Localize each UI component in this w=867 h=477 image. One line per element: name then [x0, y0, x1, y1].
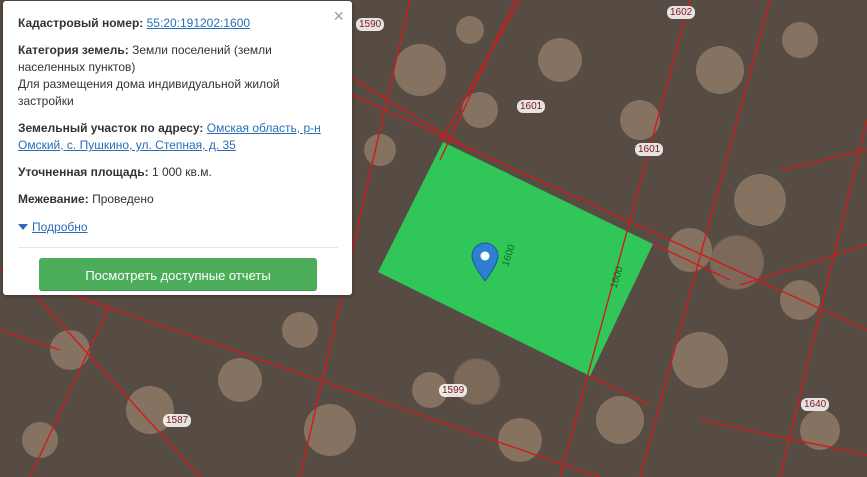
- close-icon[interactable]: ×: [333, 7, 344, 25]
- details-link[interactable]: Подробно: [32, 219, 88, 236]
- parcel-label-1587: 1587: [163, 414, 192, 427]
- selected-parcel[interactable]: [378, 142, 653, 376]
- area-value: 1 000 кв.м.: [151, 165, 212, 179]
- area-label: Уточненная площадь:: [18, 165, 149, 179]
- parcel-label-1590: 1590: [356, 18, 385, 31]
- parcel-label-1601: 1601: [517, 100, 546, 113]
- survey-row: Межевание: Проведено: [18, 191, 338, 208]
- land-use-value: Для размещения дома индивидуальной жилой…: [18, 77, 280, 108]
- parcel-info-popup: × Кадастровый номер: 55:20:191202:1600 К…: [3, 1, 352, 295]
- area-row: Уточненная площадь: 1 000 кв.м.: [18, 164, 338, 181]
- popup-divider: [18, 246, 338, 248]
- parcel-label-1601-east: 1601: [635, 143, 664, 156]
- parcel-label-1599: 1599: [439, 384, 468, 397]
- survey-value: Проведено: [92, 192, 154, 206]
- parcel-label-1602: 1602: [667, 6, 696, 19]
- details-toggle[interactable]: Подробно: [18, 219, 88, 236]
- cadastral-number-label: Кадастровый номер:: [18, 16, 144, 30]
- land-category-row: Категория земель: Земли поселений (земли…: [18, 42, 338, 110]
- land-category-label: Категория земель:: [18, 43, 129, 57]
- address-label: Земельный участок по адресу:: [18, 121, 204, 135]
- cadastral-number-row: Кадастровый номер: 55:20:191202:1600: [18, 15, 338, 32]
- triangle-down-icon: [18, 224, 28, 230]
- survey-label: Межевание:: [18, 192, 89, 206]
- address-row: Земельный участок по адресу: Омская обла…: [18, 120, 338, 154]
- parcel-label-1640: 1640: [801, 398, 830, 411]
- cadastral-number-link[interactable]: 55:20:191202:1600: [147, 16, 250, 30]
- view-reports-button[interactable]: Посмотреть доступные отчеты: [39, 257, 317, 291]
